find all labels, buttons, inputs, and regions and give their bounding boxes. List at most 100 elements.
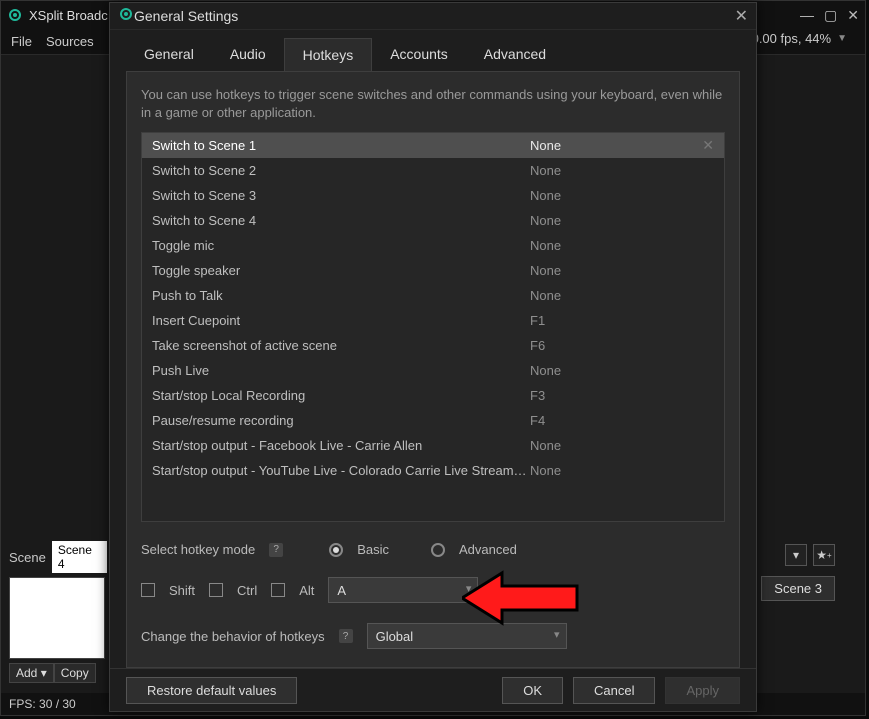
tab-general[interactable]: General xyxy=(126,38,212,71)
label-alt[interactable]: Alt xyxy=(299,583,314,598)
hotkey-value: None xyxy=(530,138,702,153)
hotkey-value: None xyxy=(530,263,702,278)
apply-button: Apply xyxy=(665,677,740,704)
radio-basic-label[interactable]: Basic xyxy=(357,542,389,557)
fps-label: FPS: xyxy=(9,697,36,711)
hotkey-value: F3 xyxy=(530,388,702,403)
scene-panel: Scene Scene 4 Add ▾ Copy xyxy=(9,541,107,683)
hotkey-name: Push to Talk xyxy=(152,288,530,303)
mode-row: Select hotkey mode ? Basic Advanced xyxy=(141,542,725,557)
hotkey-name: Switch to Scene 2 xyxy=(152,163,530,178)
hotkey-name: Switch to Scene 4 xyxy=(152,213,530,228)
hotkey-list[interactable]: Switch to Scene 1None✕Switch to Scene 2N… xyxy=(141,132,725,522)
hotkey-row[interactable]: Switch to Scene 3None✕ xyxy=(142,183,724,208)
right-toolbar: ▾ ★+ xyxy=(785,544,835,566)
checkbox-ctrl[interactable] xyxy=(209,583,223,597)
hotkey-name: Insert Cuepoint xyxy=(152,313,530,328)
hotkey-row[interactable]: Toggle micNone✕ xyxy=(142,233,724,258)
hotkey-value: None xyxy=(530,438,702,453)
fps-status: 0.00 fps, 44% xyxy=(752,31,832,46)
hotkey-value: None xyxy=(530,463,702,478)
star-add-icon[interactable]: ★+ xyxy=(813,544,835,566)
tab-audio[interactable]: Audio xyxy=(212,38,284,71)
behavior-label: Change the behavior of hotkeys xyxy=(141,629,325,644)
restore-defaults-button[interactable]: Restore default values xyxy=(126,677,297,704)
hotkey-value: None xyxy=(530,163,702,178)
tabs: General Audio Hotkeys Accounts Advanced xyxy=(110,30,756,71)
dialog-app-icon xyxy=(118,6,134,25)
minimize-icon[interactable]: — xyxy=(800,7,814,24)
dialog-footer: Restore default values OK Cancel Apply xyxy=(110,668,756,711)
hotkey-row[interactable]: Insert CuepointF1✕ xyxy=(142,308,724,333)
dialog-titlebar: General Settings ✕ xyxy=(110,3,756,30)
cancel-button[interactable]: Cancel xyxy=(573,677,655,704)
hotkeys-description: You can use hotkeys to trigger scene swi… xyxy=(141,86,725,122)
main-title: XSplit Broadc xyxy=(29,8,108,23)
hotkey-name: Start/stop output - YouTube Live - Color… xyxy=(152,463,530,478)
copy-button[interactable]: Copy xyxy=(54,663,96,683)
select-mode-label: Select hotkey mode xyxy=(141,542,255,557)
add-button[interactable]: Add ▾ xyxy=(9,663,54,683)
label-ctrl[interactable]: Ctrl xyxy=(237,583,257,598)
radio-advanced-label[interactable]: Advanced xyxy=(459,542,517,557)
scene-tab-active[interactable]: Scene 4 xyxy=(52,541,107,573)
behavior-select[interactable]: Global xyxy=(367,623,567,649)
help-icon-2[interactable]: ? xyxy=(339,629,353,643)
hotkey-row[interactable]: Take screenshot of active sceneF6✕ xyxy=(142,333,724,358)
radio-basic[interactable] xyxy=(329,543,343,557)
hotkey-row[interactable]: Switch to Scene 4None✕ xyxy=(142,208,724,233)
dialog-close-icon[interactable]: ✕ xyxy=(735,6,748,26)
hotkey-name: Start/stop Local Recording xyxy=(152,388,530,403)
hotkey-row[interactable]: Push LiveNone✕ xyxy=(142,358,724,383)
hotkey-name: Pause/resume recording xyxy=(152,413,530,428)
hotkey-row[interactable]: Start/stop Local RecordingF3✕ xyxy=(142,383,724,408)
checkbox-alt[interactable] xyxy=(271,583,285,597)
hotkey-value: F1 xyxy=(530,313,702,328)
hotkey-row[interactable]: Toggle speakerNone✕ xyxy=(142,258,724,283)
scene-preview[interactable] xyxy=(9,577,105,659)
clear-hotkey-icon[interactable]: ✕ xyxy=(702,137,714,154)
hotkey-row[interactable]: Start/stop output - YouTube Live - Color… xyxy=(142,458,724,483)
hotkey-value: None xyxy=(530,288,702,303)
hotkey-row[interactable]: Start/stop output - Facebook Live - Carr… xyxy=(142,433,724,458)
help-icon[interactable]: ? xyxy=(269,543,283,557)
hotkey-name: Toggle speaker xyxy=(152,263,530,278)
ok-button[interactable]: OK xyxy=(502,677,563,704)
tab-body: You can use hotkeys to trigger scene swi… xyxy=(126,71,740,668)
dropdown-icon[interactable]: ▾ xyxy=(785,544,807,566)
checkbox-shift[interactable] xyxy=(141,583,155,597)
hotkey-name: Switch to Scene 3 xyxy=(152,188,530,203)
label-shift[interactable]: Shift xyxy=(169,583,195,598)
hotkey-value: None xyxy=(530,238,702,253)
chevron-down-icon[interactable]: ▼ xyxy=(837,33,847,44)
tab-advanced[interactable]: Advanced xyxy=(466,38,564,71)
close-icon[interactable]: ✕ xyxy=(847,7,859,24)
tab-hotkeys[interactable]: Hotkeys xyxy=(284,38,373,71)
hotkey-name: Start/stop output - Facebook Live - Carr… xyxy=(152,438,530,453)
maximize-icon[interactable]: ▢ xyxy=(824,7,837,24)
hotkey-value: None xyxy=(530,188,702,203)
top-status: 0.00 fps, 44% ▼ xyxy=(752,31,847,46)
tab-accounts[interactable]: Accounts xyxy=(372,38,466,71)
hotkey-name: Toggle mic xyxy=(152,238,530,253)
hotkey-value: F4 xyxy=(530,413,702,428)
key-select[interactable]: A xyxy=(328,577,478,603)
settings-dialog: General Settings ✕ General Audio Hotkeys… xyxy=(109,2,757,712)
hotkey-row[interactable]: Switch to Scene 2None✕ xyxy=(142,158,724,183)
scene3-button[interactable]: Scene 3 xyxy=(761,576,835,601)
fps-value: 30 / 30 xyxy=(39,697,76,711)
hotkey-name: Take screenshot of active scene xyxy=(152,338,530,353)
radio-advanced[interactable] xyxy=(431,543,445,557)
behavior-row: Change the behavior of hotkeys ? Global xyxy=(141,623,725,649)
app-icon xyxy=(7,7,23,23)
hotkey-value: None xyxy=(530,213,702,228)
menu-file[interactable]: File xyxy=(11,34,32,49)
hotkey-value: F6 xyxy=(530,338,702,353)
hotkey-row[interactable]: Push to TalkNone✕ xyxy=(142,283,724,308)
menu-sources[interactable]: Sources xyxy=(46,34,94,49)
hotkey-value: None xyxy=(530,363,702,378)
dialog-title: General Settings xyxy=(134,8,238,24)
hotkey-row[interactable]: Pause/resume recordingF4✕ xyxy=(142,408,724,433)
hotkey-row[interactable]: Switch to Scene 1None✕ xyxy=(142,133,724,158)
hotkey-name: Switch to Scene 1 xyxy=(152,138,530,153)
